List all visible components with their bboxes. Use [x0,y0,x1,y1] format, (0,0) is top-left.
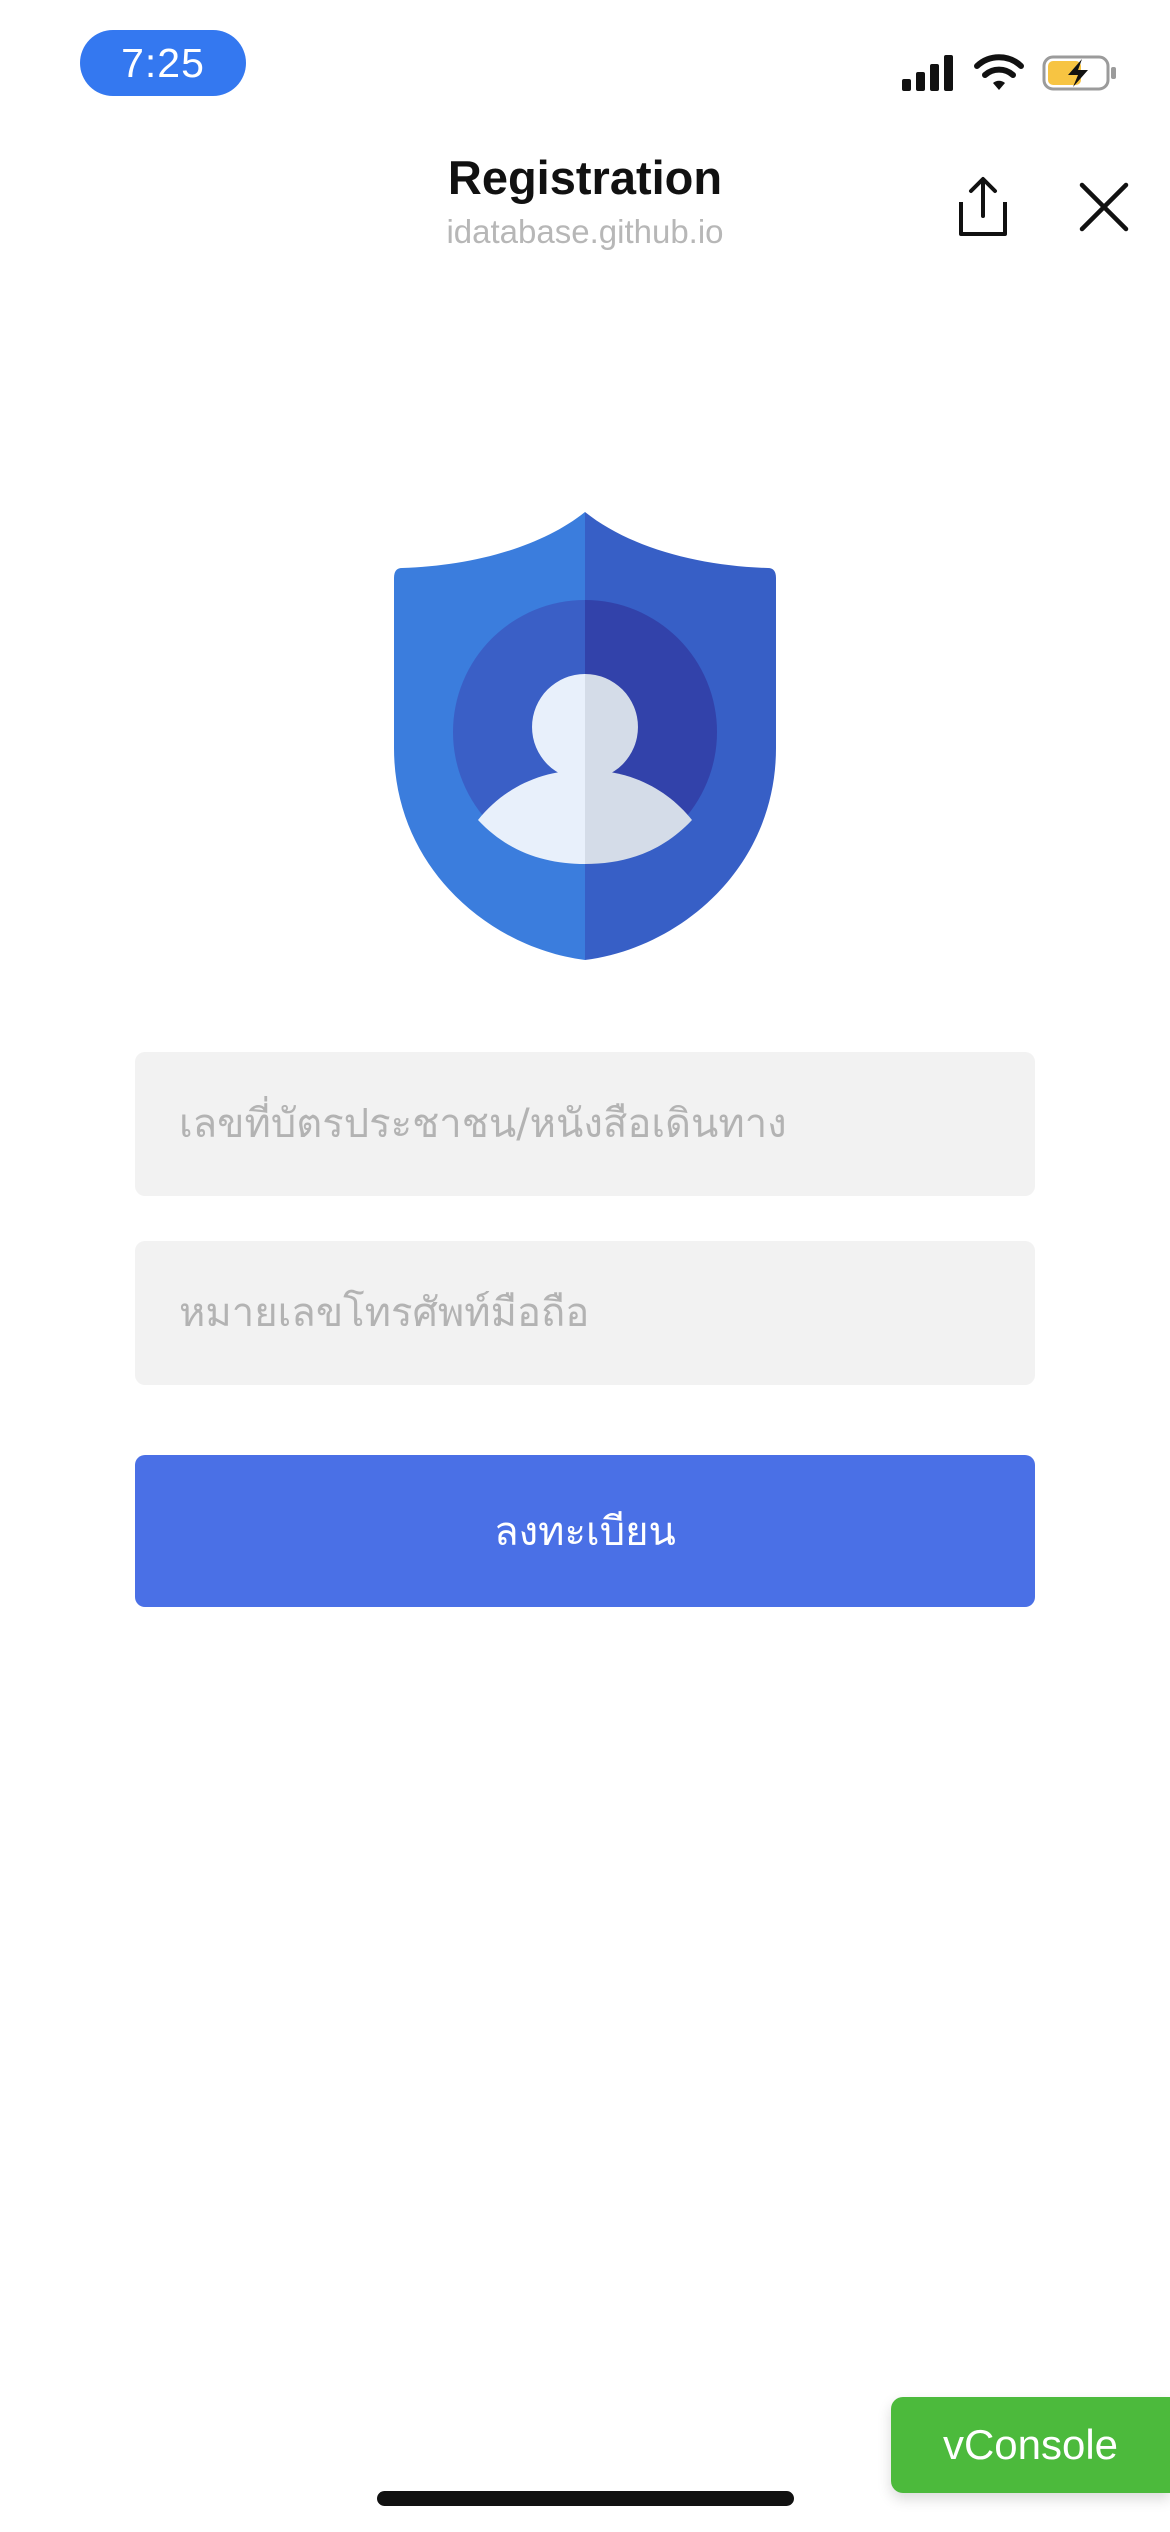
wifi-icon [974,54,1024,90]
shield-user-icon [394,512,776,960]
share-icon [959,177,1007,236]
battery-charging-icon [1042,55,1116,91]
home-indicator[interactable] [377,2491,794,2506]
id-number-input[interactable] [135,1052,1035,1196]
close-icon [1079,182,1129,232]
phone-number-input[interactable] [135,1241,1035,1385]
cellular-signal-icon [902,55,953,91]
vconsole-button[interactable]: vConsole [891,2397,1170,2493]
status-time: 7:25 [80,30,246,96]
register-button[interactable]: ลงทะเบียน [135,1455,1035,1607]
close-button[interactable] [1069,172,1139,242]
registration-screen: 7:25 Registration idatabase.github.io เล… [0,0,1170,2532]
status-icons [902,48,1118,98]
share-button[interactable] [948,172,1018,242]
